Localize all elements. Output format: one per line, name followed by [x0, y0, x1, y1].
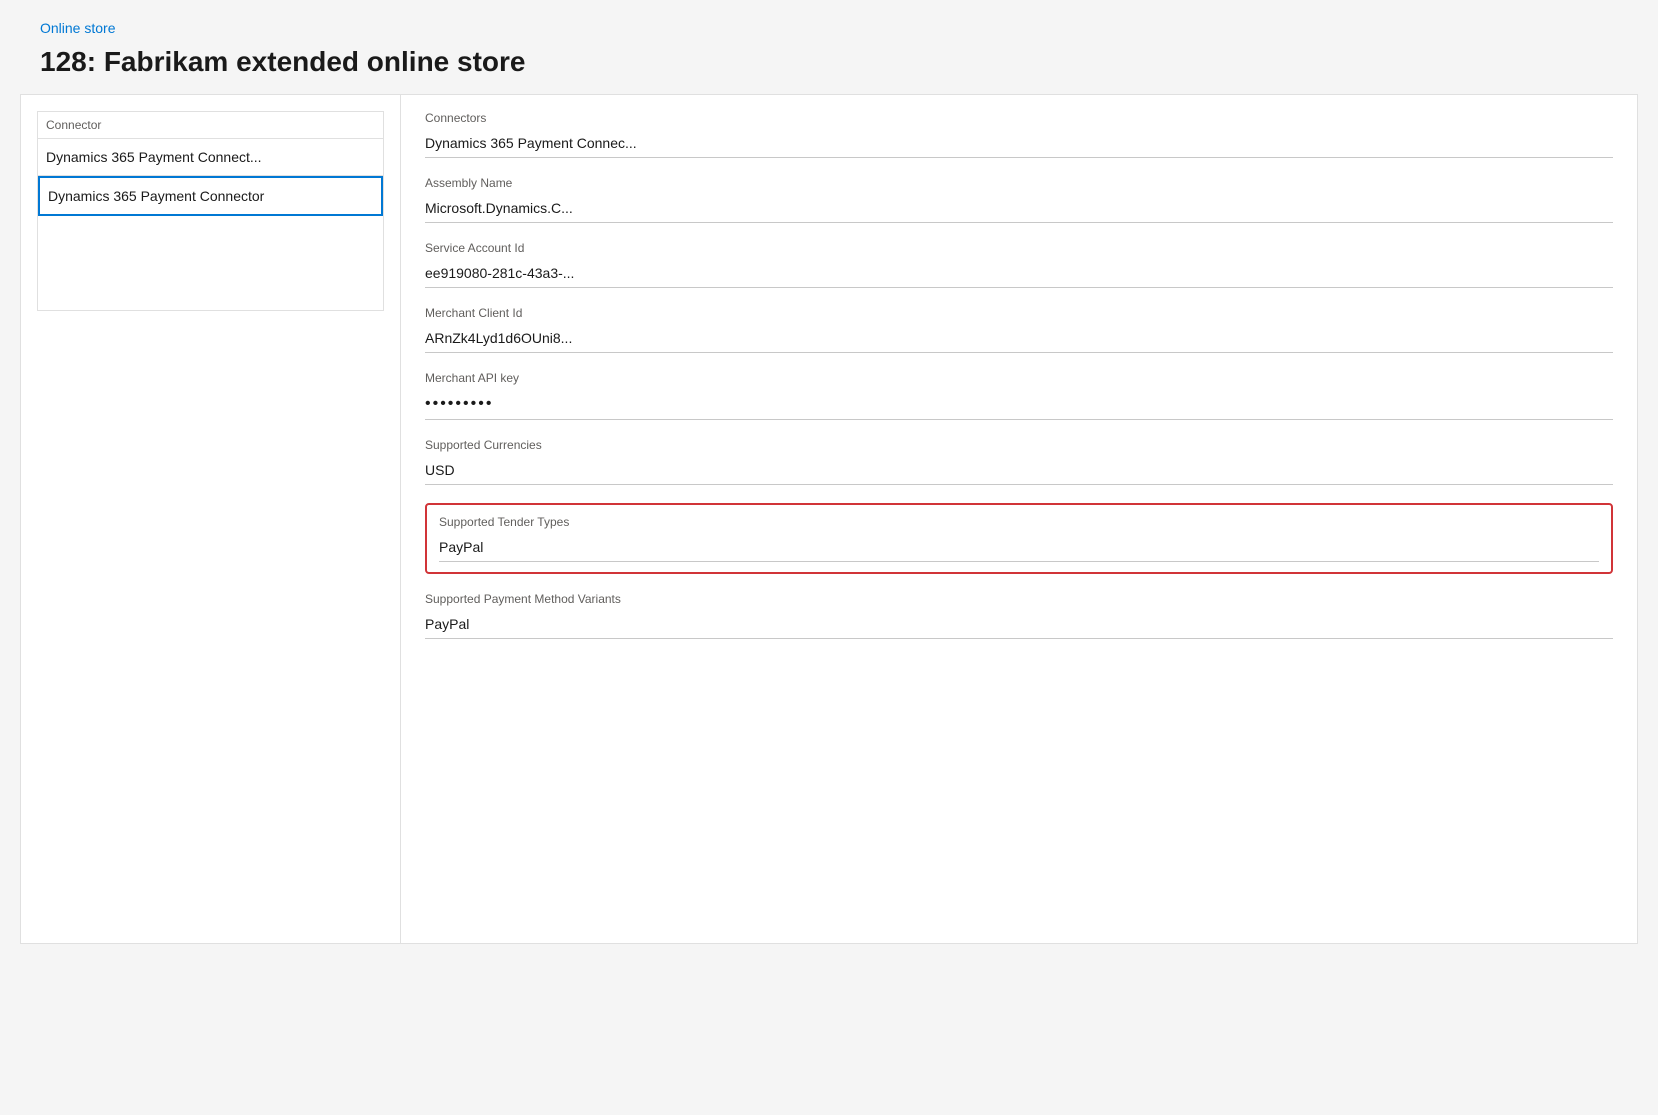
header-section: Online store 128: Fabrikam extended onli… — [0, 0, 1658, 94]
connector-section-label: Connector — [38, 112, 383, 139]
field-value-merchant-client-id: ARnZk4Lyd1d6OUni8... — [425, 324, 1613, 353]
field-label-service-account-id: Service Account Id — [425, 241, 1613, 255]
highlighted-section-tender-types: Supported Tender Types PayPal — [425, 503, 1613, 574]
content-area: Connector Dynamics 365 Payment Connect..… — [20, 94, 1638, 944]
field-group-connectors: Connectors Dynamics 365 Payment Connec..… — [425, 111, 1613, 158]
field-label-merchant-client-id: Merchant Client Id — [425, 306, 1613, 320]
list-item-selected[interactable]: Dynamics 365 Payment Connector — [38, 176, 383, 216]
breadcrumb[interactable]: Online store — [40, 20, 115, 36]
field-label-assembly-name: Assembly Name — [425, 176, 1613, 190]
field-label-merchant-api-key: Merchant API key — [425, 371, 1613, 385]
field-group-supported-currencies: Supported Currencies USD — [425, 438, 1613, 485]
connector-list-container: Connector Dynamics 365 Payment Connect..… — [37, 111, 384, 311]
field-value-payment-method-variants: PayPal — [425, 610, 1613, 639]
right-panel: Connectors Dynamics 365 Payment Connec..… — [401, 95, 1637, 943]
field-value-supported-tender-types: PayPal — [439, 533, 1599, 562]
field-label-supported-tender-types: Supported Tender Types — [439, 515, 1599, 529]
field-group-service-account-id: Service Account Id ee919080-281c-43a3-..… — [425, 241, 1613, 288]
list-item[interactable]: Dynamics 365 Payment Connect... — [38, 139, 383, 176]
left-panel: Connector Dynamics 365 Payment Connect..… — [21, 95, 401, 943]
field-label-supported-currencies: Supported Currencies — [425, 438, 1613, 452]
field-value-assembly-name: Microsoft.Dynamics.C... — [425, 194, 1613, 223]
field-group-assembly-name: Assembly Name Microsoft.Dynamics.C... — [425, 176, 1613, 223]
field-value-service-account-id: ee919080-281c-43a3-... — [425, 259, 1613, 288]
field-group-merchant-api-key: Merchant API key ••••••••• — [425, 371, 1613, 420]
field-value-supported-currencies: USD — [425, 456, 1613, 485]
field-value-merchant-api-key: ••••••••• — [425, 389, 1613, 420]
field-value-connectors: Dynamics 365 Payment Connec... — [425, 129, 1613, 158]
page-container: Online store 128: Fabrikam extended onli… — [0, 0, 1658, 1115]
page-title: 128: Fabrikam extended online store — [40, 46, 1618, 78]
field-group-merchant-client-id: Merchant Client Id ARnZk4Lyd1d6OUni8... — [425, 306, 1613, 353]
field-label-connectors: Connectors — [425, 111, 1613, 125]
field-group-payment-method-variants: Supported Payment Method Variants PayPal — [425, 592, 1613, 639]
field-label-payment-method-variants: Supported Payment Method Variants — [425, 592, 1613, 606]
